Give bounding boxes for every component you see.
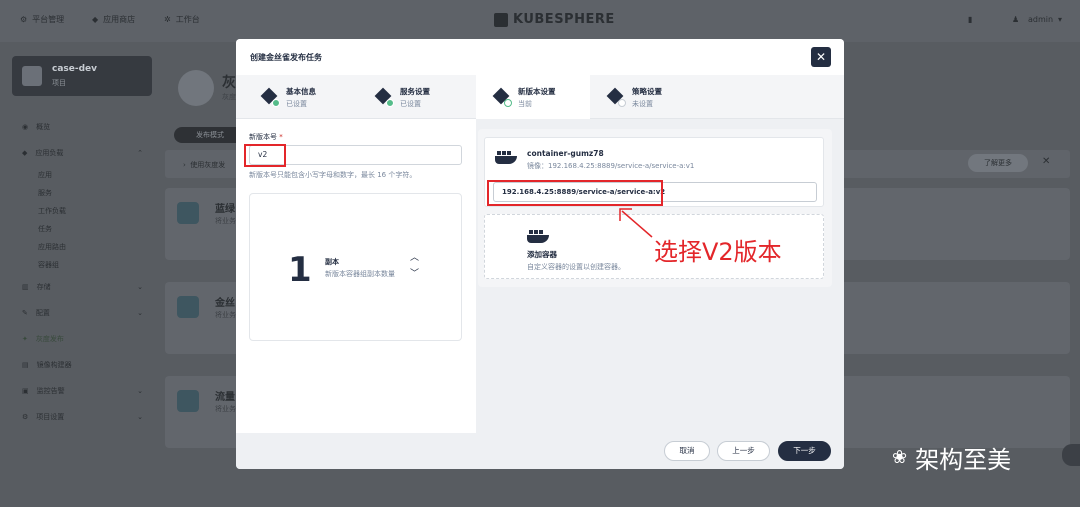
close-icon[interactable]: ✕ [1042,156,1050,167]
annotation-arrow [619,208,653,238]
step-icon [260,87,280,107]
image-builder-icon: ▤ [22,361,29,369]
step-icon [492,87,512,107]
sidebar-item-grayscale[interactable]: ✦ 灰度发布 [22,326,147,352]
workloads-icon: ◆ [22,149,28,157]
nav-workbench[interactable]: ✲ 工作台 [164,14,200,25]
config-icon: ✎ [22,309,28,317]
previous-button[interactable]: 上一步 [717,441,770,461]
store-icon: ◆ [92,15,99,24]
kubesphere-logo-icon [494,12,508,27]
project-name: case-dev [52,64,98,74]
sidebar-item-ingress[interactable]: 应用路由 [22,238,147,256]
sidebar-item-config[interactable]: ✎ 配置 ⌄ [22,300,147,326]
chevron-up-icon[interactable]: ︿ [410,250,419,263]
chevron-down-icon[interactable]: ﹀ [410,266,419,279]
chevron-down-icon: ⌄ [137,283,143,291]
wizard-steps: 基本信息 已设置 服务设置 已设置 新版本设置 当前 策略设置 未设置 [236,75,844,119]
docker-icon [495,150,517,164]
highlight-box [487,180,663,206]
sidebar-item-storage[interactable]: ▥ 存储 ⌄ [22,274,147,300]
replica-count: 1 [288,250,312,290]
page-title: 灰 [222,75,236,91]
nav-platform[interactable]: ⚙ 平台管理 [20,14,64,25]
container-image: 镜像：192.168.4.25:8889/service-a/service-a… [527,162,695,170]
docker-icon [527,229,549,243]
highlight-box [244,144,286,167]
version-label: 新版本号 * [249,133,283,141]
sidebar-item-jobs[interactable]: 任务 [22,220,147,238]
modal-close-button[interactable]: ✕ [811,47,831,67]
kubesphere-logo[interactable]: KUBESPHERE [494,12,615,27]
sidebar-item-workloads[interactable]: ◆ 应用负载 ⌃ [22,140,147,166]
modal-header: 创建金丝雀发布任务 ✕ [236,39,844,75]
storage-icon: ▥ [22,283,29,291]
chevron-down-icon: ⌄ [137,309,143,317]
modal-title: 创建金丝雀发布任务 [250,53,322,62]
container-card[interactable]: container-gumz78 镜像：192.168.4.25:8889/se… [484,137,824,207]
sidebar-item-apps[interactable]: 应用 [22,166,147,184]
card-icon [177,296,199,318]
chevron-down-icon[interactable]: ▾ [1058,15,1062,24]
sidebar-item-overview[interactable]: ◉ 概览 [22,114,147,140]
nav-app-store[interactable]: ◆ 应用商店 [92,14,135,25]
step-basic-info[interactable]: 基本信息 已设置 [244,75,358,119]
container-name: container-gumz78 [527,149,604,158]
next-button[interactable]: 下一步 [778,441,831,461]
add-container-title: 添加容器 [527,250,557,259]
replica-label: 副本 [325,258,339,266]
version-form: 新版本号 * v2 新版本号只能包含小写字母和数字，最长 16 个字符。 1 副… [236,119,476,433]
add-container-desc: 自定义容器的设置以创建容器。 [527,263,625,271]
step-strategy[interactable]: 策略设置 未设置 [590,75,704,119]
watermark: ❀ 架构至美 [892,446,1012,474]
chevron-down-icon: ⌄ [137,387,143,395]
sidebar-item-pods[interactable]: 容器组 [22,256,147,274]
card-icon [177,390,199,412]
wechat-icon: ❀ [892,447,908,468]
card-icon [177,202,199,224]
user-icon[interactable]: ♟ [1012,15,1019,24]
bird-icon [178,70,214,106]
info-strip-text: › 使用灰度发 [183,161,226,169]
replica-control: 1 副本 新版本容器组副本数量 ︿ ﹀ [249,193,462,341]
grayscale-icon: ✦ [22,335,28,343]
step-new-version[interactable]: 新版本设置 当前 [476,75,590,119]
monitoring-icon: ▣ [22,387,29,395]
step-service-settings[interactable]: 服务设置 已设置 [358,75,472,119]
top-navbar: ⚙ 平台管理 ◆ 应用商店 ✲ 工作台 KUBESPHERE ▮ ♟ admin… [0,0,1080,42]
modal-footer: 取消 上一步 下一步 [236,433,844,469]
sidebar-item-monitoring[interactable]: ▣ 监控告警 ⌄ [22,378,147,404]
project-card[interactable]: case-dev 项目 [12,56,152,96]
step-icon [606,87,626,107]
workbench-icon: ✲ [164,15,171,24]
chevron-up-icon: ⌃ [137,149,143,157]
user-name[interactable]: admin [1028,15,1053,24]
settings-icon: ⚙ [22,413,29,421]
chevron-down-icon: ⌄ [137,413,143,421]
version-desc: 新版本号只能包含小写字母和数字，最长 16 个字符。 [249,171,417,179]
project-type: 项目 [52,79,66,87]
gear-icon: ⚙ [20,15,28,24]
sidebar-item-image-builder[interactable]: ▤ 镜像构建器 [22,352,147,378]
annotation-text: 选择V2版本 [654,238,782,266]
page-subtitle: 灰度 [222,93,236,101]
cancel-button[interactable]: 取消 [664,441,710,461]
sidebar-item-workload[interactable]: 工作负载 [22,202,147,220]
side-toolbox-tab[interactable] [1062,444,1080,466]
sidebar-item-services[interactable]: 服务 [22,184,147,202]
notification-icon[interactable]: ▮ [968,15,972,24]
learn-more-button[interactable]: 了解更多 [968,154,1028,172]
overview-icon: ◉ [22,123,29,131]
sidebar-menu: ◉ 概览 ◆ 应用负载 ⌃ 应用 服务 工作负载 任务 应用路由 容器组 ▥ 存储 ⌄ ✎… [22,114,147,430]
step-icon [374,87,394,107]
sidebar-item-project-settings[interactable]: ⚙ 项目设置 ⌄ [22,404,147,430]
replica-desc: 新版本容器组副本数量 [325,270,395,278]
project-icon [22,66,42,86]
